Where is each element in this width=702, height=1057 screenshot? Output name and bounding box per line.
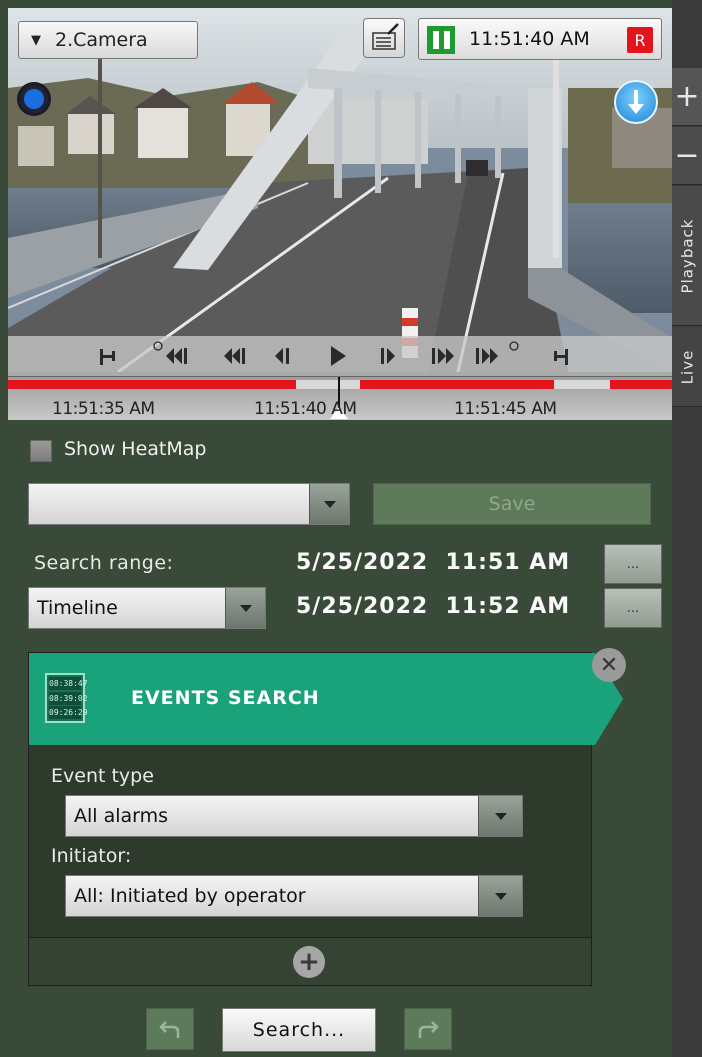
initiator-label: Initiator:	[51, 845, 132, 867]
search-label: Search...	[252, 1019, 346, 1041]
dropdown-triangle-icon: ▼	[31, 32, 41, 48]
range-mode-value: Timeline	[37, 597, 118, 619]
camera-scene-image	[8, 8, 672, 372]
status-dot-icon	[17, 82, 51, 116]
camera-name: 2.Camera	[55, 29, 148, 51]
tab-playback[interactable]: Playback	[672, 186, 702, 326]
previous-event-icon[interactable]	[153, 341, 187, 364]
step-forward-icon[interactable]	[381, 348, 395, 364]
alarm-segment	[360, 380, 554, 389]
export-button[interactable]	[614, 80, 658, 124]
events-search-card: 08:38:47 08:39:02 09:26:29 EVENTS SEARCH…	[28, 652, 623, 986]
chevron-down-icon[interactable]	[478, 876, 522, 916]
playback-clock: 11:51:40 AM R	[418, 18, 662, 60]
next-event-icon[interactable]	[476, 341, 519, 364]
camera-video-view[interactable]: ▼ 2.Camera 11:51:40 AM R	[8, 8, 672, 372]
timeline-tick-label: 11:51:35 AM	[52, 399, 155, 419]
zoom-out-icon: −	[674, 138, 700, 173]
range-end-picker-button[interactable]: ...	[604, 588, 662, 628]
undo-icon	[159, 1021, 180, 1038]
camera-selector[interactable]: ▼ 2.Camera	[18, 21, 198, 59]
redo-button[interactable]	[404, 1008, 452, 1050]
chevron-down-icon[interactable]	[478, 796, 522, 836]
preset-dropdown[interactable]	[28, 483, 350, 525]
close-icon[interactable]: ✕	[592, 648, 626, 682]
initiator-value: All: Initiated by operator	[74, 885, 306, 907]
alarm-segment	[8, 380, 296, 389]
search-button[interactable]: Search...	[222, 1008, 376, 1052]
events-search-title: EVENTS SEARCH	[131, 687, 320, 709]
go-to-end-icon[interactable]	[554, 349, 568, 365]
gap-segment	[296, 380, 360, 389]
playback-controls	[8, 336, 672, 376]
edit-note-button[interactable]	[363, 18, 405, 58]
play-icon[interactable]	[331, 346, 346, 366]
save-label: Save	[488, 493, 536, 515]
events-icon-time: 09:26:29	[49, 706, 88, 719]
initiator-dropdown[interactable]: All: Initiated by operator	[65, 875, 523, 917]
edit-note-icon	[372, 23, 399, 50]
events-log-icon: 08:38:47 08:39:02 09:26:29	[45, 673, 88, 723]
download-arrow-icon	[628, 90, 644, 114]
alarm-segment	[610, 380, 672, 389]
tab-live[interactable]: Live	[672, 327, 702, 407]
timeline-tick-label: 11:51:40 AM	[254, 399, 357, 419]
gap-segment	[554, 380, 610, 389]
chevron-down-icon[interactable]	[225, 588, 265, 628]
events-search-header	[29, 653, 623, 745]
side-strip: + − Playback Live	[672, 0, 702, 1057]
add-icon[interactable]: +	[293, 946, 325, 978]
current-time: 11:51:40 AM	[469, 28, 590, 50]
chevron-down-icon[interactable]	[309, 484, 349, 524]
step-back-icon[interactable]	[275, 348, 289, 364]
event-type-label: Event type	[51, 765, 154, 787]
save-button[interactable]: Save	[373, 483, 651, 525]
pause-icon[interactable]	[427, 26, 455, 54]
range-end-value: 5/25/2022 11:52 AM	[296, 594, 571, 619]
undo-button[interactable]	[146, 1008, 194, 1050]
timeline[interactable]: 11:51:35 AM 11:51:40 AM 11:51:45 AM	[8, 376, 672, 420]
tab-playback-label: Playback	[678, 218, 696, 293]
range-mode-dropdown[interactable]: Timeline	[28, 587, 266, 629]
events-icon-time: 08:39:02	[49, 691, 88, 705]
events-icon-time: 08:38:47	[49, 677, 88, 690]
range-start-value: 5/25/2022 11:51 AM	[296, 550, 571, 575]
heatmap-label: Show HeatMap	[64, 438, 207, 460]
heatmap-checkbox[interactable]	[30, 440, 52, 462]
picker-label: ...	[626, 600, 640, 616]
add-condition-row: +	[29, 937, 591, 985]
redo-icon	[418, 1021, 439, 1038]
recording-badge: R	[627, 27, 653, 53]
search-panel: Show HeatMap Save Search range: 5/25/202…	[8, 420, 672, 1057]
zoom-in-button[interactable]: +	[672, 68, 702, 126]
event-type-dropdown[interactable]: All alarms	[65, 795, 523, 837]
fast-rewind-icon[interactable]	[224, 348, 245, 364]
go-to-start-icon[interactable]	[100, 349, 115, 365]
fast-forward-icon[interactable]	[432, 348, 454, 364]
timeline-tick-label: 11:51:45 AM	[454, 399, 557, 419]
zoom-out-button[interactable]: −	[672, 127, 702, 185]
picker-label: ...	[626, 556, 640, 572]
zoom-in-icon: +	[674, 79, 700, 114]
range-start-picker-button[interactable]: ...	[604, 544, 662, 584]
tab-live-label: Live	[678, 349, 697, 384]
search-range-label: Search range:	[34, 552, 174, 574]
event-type-value: All alarms	[74, 805, 169, 827]
